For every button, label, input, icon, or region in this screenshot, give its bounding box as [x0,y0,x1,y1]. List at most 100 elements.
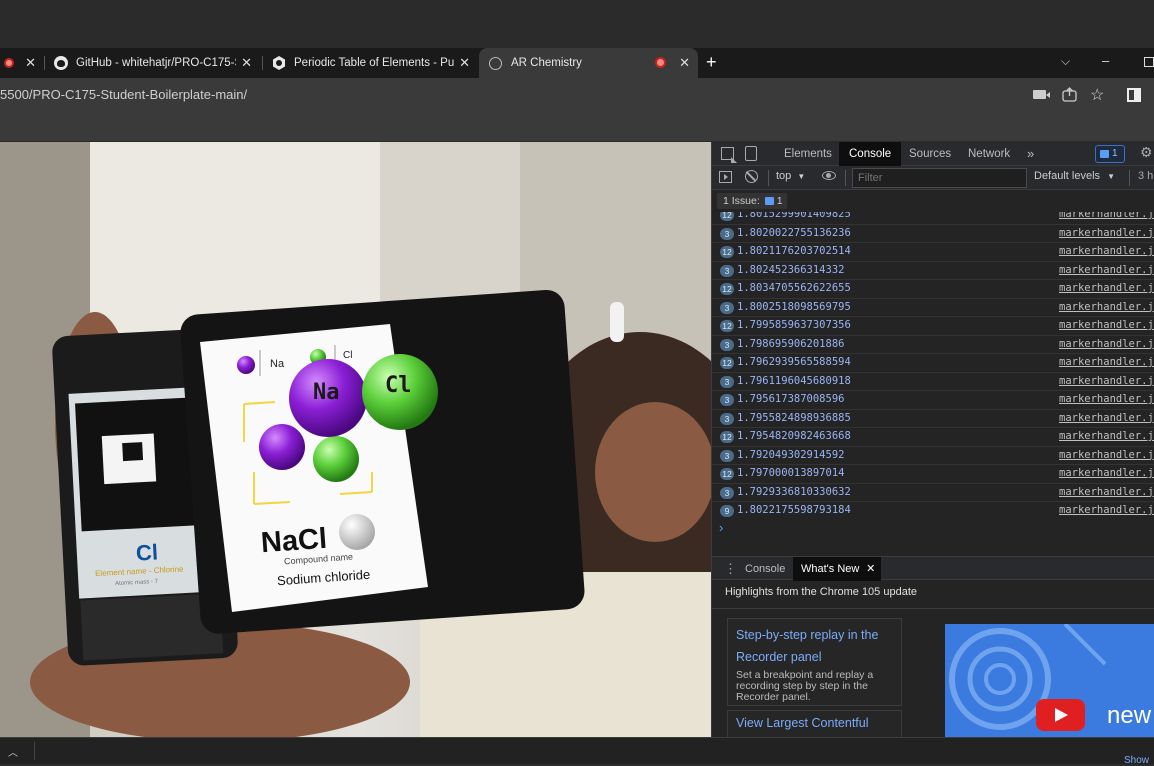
log-value[interactable]: 1.802452366314332 [737,264,844,276]
new-tab-button[interactable]: + [706,52,717,73]
log-source-link[interactable]: markerhandler.js [1059,486,1154,498]
tab-github[interactable]: GitHub - whitehatjr/PRO-C175-St ✕ [45,48,260,78]
log-source-link[interactable]: markerhandler.js [1059,301,1154,313]
na-sphere-label: Na [313,380,340,405]
repeat-count-badge: 9 [720,505,734,517]
tab-ar-chemistry[interactable]: AR Chemistry ✕ [479,48,698,78]
devtools-tab-console[interactable]: Console [839,142,902,166]
log-value[interactable]: 1.8034705562622655 [737,282,851,294]
log-source-link[interactable]: markerhandler.js [1059,245,1154,257]
log-source-link[interactable]: markerhandler.js [1059,393,1154,405]
console-filter-input[interactable] [852,168,1027,188]
log-source-link[interactable]: markerhandler.js [1059,264,1154,276]
tab-recording[interactable]: ✕ [0,48,44,78]
log-value[interactable]: 1.8021176203702514 [737,245,851,257]
tab-title: GitHub - whitehatjr/PRO-C175-St [76,57,236,69]
tab-title: AR Chemistry [511,57,582,69]
issues-link[interactable]: 1 Issue: 1 [717,193,787,209]
log-value[interactable]: 1.798695906201886 [737,338,844,350]
close-tab-icon[interactable]: ✕ [679,55,690,71]
log-value[interactable]: 1.797000013897014 [737,467,844,479]
log-source-link[interactable]: markerhandler.js [1059,430,1154,442]
devtools-tab-elements[interactable]: Elements [784,142,832,166]
ar-camera-view: Cl Element name - Chlorine Atomic mass -… [0,142,711,737]
log-source-link[interactable]: markerhandler.js [1059,449,1154,461]
side-panel-icon[interactable] [1127,88,1141,102]
console-log-row: 3 1.802452366314332 markerhandler.js [712,262,1154,280]
log-levels-select[interactable]: Default levels ▼ [1034,170,1115,182]
youtube-play-icon[interactable] [1036,699,1085,731]
console-log-row: 12 1.8015299901409825 markerhandler.js [712,212,1154,225]
console-prompt-caret[interactable]: › [719,520,723,535]
log-value[interactable]: 1.8020022755136236 [737,227,851,239]
log-value[interactable]: 1.7955824898936885 [737,412,851,424]
log-source-link[interactable]: markerhandler.js [1059,375,1154,387]
repeat-count-badge: 3 [720,227,734,240]
log-source-link[interactable]: markerhandler.js [1059,338,1154,350]
log-source-link[interactable]: markerhandler.js [1059,282,1154,294]
log-source-link[interactable]: markerhandler.js [1059,356,1154,368]
live-expression-eye-icon[interactable] [822,171,836,180]
device-toggle-icon[interactable] [745,146,757,161]
log-value[interactable]: 1.7954820982463668 [737,430,851,442]
log-value[interactable]: 1.8002518098569795 [737,301,851,313]
share-icon[interactable] [1062,87,1077,107]
console-toolbar: top ▼ Default levels ▼ 3 h [712,166,1154,190]
maximize-icon[interactable] [1144,57,1154,67]
show-all-link[interactable]: Show [1124,755,1149,766]
log-source-link[interactable]: markerhandler.js [1059,319,1154,331]
close-tab-icon[interactable]: ✕ [459,55,470,71]
close-tab-icon[interactable]: ✕ [25,55,36,71]
message-icon [1100,150,1109,158]
console-log-row: 3 1.7929336810330632 markerhandler.js [712,484,1154,502]
repeat-count-badge: 3 [720,449,734,462]
settings-gear-icon[interactable]: ⚙ [1140,144,1153,161]
repeat-count-badge: 12 [720,212,734,221]
console-log-row: 3 1.8002518098569795 markerhandler.js [712,299,1154,317]
log-value[interactable]: 1.7995859637307356 [737,319,851,331]
drawer-tabbar: ⋮ Console What's New ✕ [712,556,1154,581]
tab-strip: ✕ GitHub - whitehatjr/PRO-C175-St ✕ Peri… [0,48,1154,78]
hidden-messages-count[interactable]: 3 h [1138,170,1153,182]
log-value[interactable]: 1.795617387008596 [737,393,844,405]
log-source-link[interactable]: markerhandler.js [1059,504,1154,516]
issues-counter-button[interactable]: 1 [1095,145,1125,163]
log-value[interactable]: 1.792049302914592 [737,449,844,461]
legend-na-label: Na [270,358,285,370]
tab-periodic-table[interactable]: Periodic Table of Elements - Pub ✕ [263,48,478,78]
log-value[interactable]: 1.7962939565588594 [737,356,851,368]
camera-icon[interactable] [1033,90,1050,99]
devtools-tab-sources[interactable]: Sources [909,142,951,166]
log-source-link[interactable]: markerhandler.js [1059,467,1154,479]
tab-search-icon[interactable]: ⌵ [1061,54,1070,69]
log-value[interactable]: 1.7961196045680918 [737,375,851,387]
log-source-link[interactable]: markerhandler.js [1059,212,1154,220]
close-tab-icon[interactable]: ✕ [241,55,252,71]
whats-new-card-recorder[interactable]: Step-by-step replay in the Recorder pane… [727,618,902,706]
minimize-icon[interactable]: – [1102,53,1109,68]
log-value[interactable]: 1.8015299901409825 [737,212,851,220]
drawer-tab-whats-new[interactable]: What's New ✕ [793,557,882,581]
bookmark-star-icon[interactable]: ☆ [1090,85,1104,105]
console-log-row: 9 1.8022175598793184 markerhandler.js [712,502,1154,517]
inspect-element-icon[interactable] [721,147,737,163]
devtools-tab-network[interactable]: Network [968,142,1010,166]
drawer-menu-icon[interactable]: ⋮ [724,561,737,577]
log-source-link[interactable]: markerhandler.js [1059,412,1154,424]
repeat-count-badge: 3 [720,338,734,351]
log-value[interactable]: 1.7929336810330632 [737,486,851,498]
whats-new-card-lcp[interactable]: View Largest Contentful [727,710,902,737]
close-drawer-tab-icon[interactable]: ✕ [866,557,875,581]
context-select[interactable]: top ▼ [776,170,805,182]
clear-console-icon[interactable] [745,170,758,183]
sidebar-toggle-icon[interactable] [719,171,732,183]
drawer-tab-console[interactable]: Console [745,563,785,575]
repeat-count-badge: 3 [720,394,734,406]
chevron-up-icon[interactable]: ︿ [8,744,18,759]
log-value[interactable]: 1.8022175598793184 [737,504,851,516]
more-tabs-icon[interactable]: » [1027,142,1034,166]
whats-new-video-thumbnail[interactable]: new [945,624,1154,737]
repeat-count-badge: 3 [720,301,734,314]
url-field[interactable]: 5500/PRO-C175-Student-Boilerplate-main/ [0,78,247,112]
log-source-link[interactable]: markerhandler.js [1059,227,1154,239]
